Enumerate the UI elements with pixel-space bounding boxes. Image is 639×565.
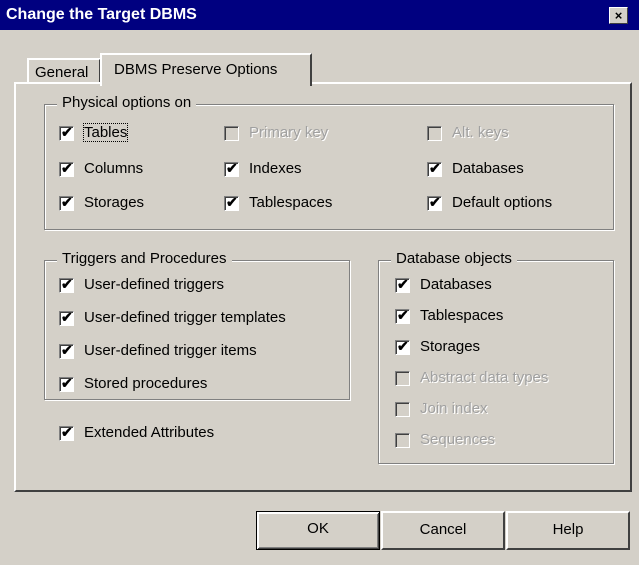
- tab-dbms-preserve-options[interactable]: DBMS Preserve Options: [100, 53, 312, 86]
- checkbox-label: Extended Attributes: [84, 424, 215, 441]
- checkbox-box: ✔: [59, 375, 74, 392]
- checkbox-box: ✔: [59, 194, 74, 211]
- checkmark-icon: ✔: [61, 375, 73, 391]
- database-objects-title: Database objects: [391, 250, 517, 267]
- checkbox-box: ✔: [59, 276, 74, 293]
- dialog-title: Change the Target DBMS: [6, 6, 197, 23]
- checkbox-label: Alt. keys: [452, 124, 509, 141]
- checkbox-label: Sequences: [420, 431, 496, 448]
- checkmark-icon: ✔: [61, 160, 73, 176]
- checkmark-icon: ✔: [61, 309, 73, 325]
- ok-button[interactable]: OK: [256, 511, 380, 550]
- checkbox-box: [395, 371, 410, 386]
- checkbox-box: ✔: [59, 124, 74, 141]
- database-objects-group: Database objects: [378, 250, 614, 464]
- checkmark-icon: ✔: [61, 424, 73, 440]
- checkmark-icon: ✔: [397, 276, 409, 292]
- checkbox-label: User-defined trigger templates: [84, 309, 286, 326]
- checkbox-label: Default options: [452, 194, 553, 211]
- checkbox-box: ✔: [59, 160, 74, 177]
- checkbox-label: Storages: [420, 338, 481, 355]
- checkmark-icon: ✔: [61, 124, 73, 140]
- checkbox-box: ✔: [224, 194, 239, 211]
- triggers-procedures-title: Triggers and Procedures: [57, 250, 232, 267]
- checkmark-icon: ✔: [397, 338, 409, 354]
- checkbox-label: Tablespaces: [249, 194, 333, 211]
- checkbox-box: ✔: [59, 342, 74, 359]
- title-bar[interactable]: Change the Target DBMS ×: [0, 0, 639, 30]
- checkbox-box: ✔: [224, 160, 239, 177]
- checkbox-box: ✔: [59, 309, 74, 326]
- checkmark-icon: ✔: [61, 194, 73, 210]
- checkmark-icon: ✔: [226, 160, 238, 176]
- checkbox-label: User-defined triggers: [84, 276, 225, 293]
- checkmark-icon: ✔: [61, 276, 73, 292]
- physical-options-title: Physical options on: [57, 94, 197, 111]
- close-icon[interactable]: ×: [609, 7, 628, 24]
- checkbox-label: Databases: [452, 160, 524, 177]
- checkbox-label: Indexes: [249, 160, 302, 177]
- checkbox-box: ✔: [427, 160, 442, 177]
- help-button[interactable]: Help: [506, 511, 630, 550]
- cancel-button[interactable]: Cancel: [381, 511, 505, 550]
- checkbox-box: [395, 433, 410, 448]
- checkmark-icon: ✔: [226, 194, 238, 210]
- checkbox-box: ✔: [59, 424, 74, 441]
- checkbox-label: Storages: [84, 194, 145, 211]
- change-target-dbms-dialog: Change the Target DBMS × General DBMS Pr…: [0, 0, 639, 565]
- checkbox-label: Primary key: [249, 124, 329, 141]
- checkbox-label: Tablespaces: [420, 307, 504, 324]
- checkbox-label: Abstract data types: [420, 369, 549, 386]
- checkbox-label: Tables: [82, 123, 129, 142]
- checkmark-icon: ✔: [429, 194, 441, 210]
- checkbox-label: User-defined trigger items: [84, 342, 257, 359]
- checkbox-label: Stored procedures: [84, 375, 208, 392]
- tab-general-label: General: [35, 64, 89, 81]
- checkbox-box: ✔: [395, 307, 410, 324]
- checkbox-label: Columns: [84, 160, 144, 177]
- checkbox-box: [395, 402, 410, 417]
- checkbox-box: ✔: [427, 194, 442, 211]
- checkbox-box: [224, 126, 239, 141]
- checkbox-box: ✔: [395, 276, 410, 293]
- checkbox-label: Databases: [420, 276, 492, 293]
- checkmark-icon: ✔: [397, 307, 409, 323]
- checkmark-icon: ✔: [61, 342, 73, 358]
- tab-general[interactable]: General: [27, 58, 101, 84]
- checkbox-box: [427, 126, 442, 141]
- checkbox-box: ✔: [395, 338, 410, 355]
- tab-dbms-preserve-options-label: DBMS Preserve Options: [114, 61, 278, 78]
- checkmark-icon: ✔: [429, 160, 441, 176]
- checkbox-label: Join index: [420, 400, 488, 417]
